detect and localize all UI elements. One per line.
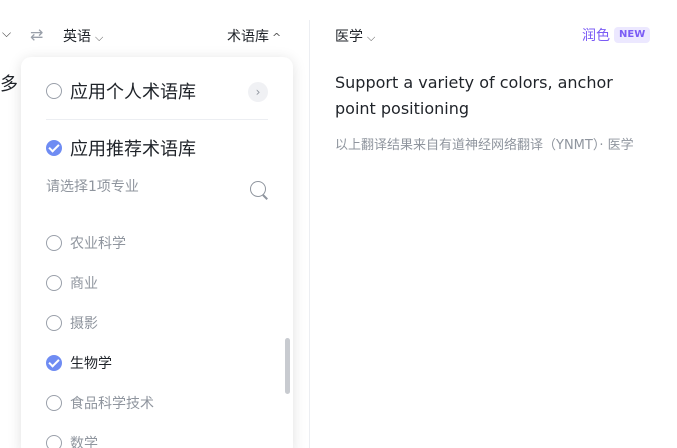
chevron-right-icon[interactable]: › <box>248 82 268 102</box>
list-item-label: 摄影 <box>70 316 98 332</box>
domain-label: 医学 <box>335 29 363 45</box>
radio-icon[interactable] <box>46 235 62 251</box>
list-item[interactable]: 农业科学 <box>46 233 126 253</box>
swap-icon[interactable]: ⇄ <box>30 25 43 44</box>
polish-button[interactable]: 润色 <box>582 25 610 45</box>
radio-icon[interactable] <box>46 435 62 448</box>
chevron-down-icon: ⌵ <box>367 31 376 44</box>
chevron-up-icon: ^ <box>272 31 282 44</box>
recommended-term-library-option[interactable]: 应用推荐术语库 <box>46 136 196 160</box>
list-item-label: 农业科学 <box>70 236 126 252</box>
term-library-label: 术语库 <box>227 29 269 45</box>
term-library-toggle[interactable]: 术语库 ^ <box>227 26 281 46</box>
domain-select[interactable]: 医学 ⌵ <box>335 26 375 46</box>
source-text-fragment: 多 <box>0 74 18 95</box>
term-library-dropdown: 应用个人术语库 › 应用推荐术语库 农业科学 商业 摄影 生物学 食品科学技术 <box>21 57 293 448</box>
translation-source-note: 以上翻译结果来自有道神经网络翻译（YNMT）· 医学 <box>335 138 634 153</box>
personal-term-library-label: 应用个人术语库 <box>70 82 196 103</box>
scrollbar[interactable] <box>285 338 290 394</box>
radio-icon[interactable] <box>46 83 62 99</box>
list-item[interactable]: 食品科学技术 <box>46 393 154 413</box>
source-language-select[interactable]: 英语 ⌵ <box>63 26 103 46</box>
source-language-label: 英语 <box>63 29 91 45</box>
divider <box>46 119 268 120</box>
panel-divider <box>309 20 310 448</box>
check-icon[interactable] <box>46 140 62 156</box>
list-item[interactable]: 商业 <box>46 273 98 293</box>
personal-term-library-option[interactable]: 应用个人术语库 <box>46 79 196 103</box>
domain-search-input[interactable] <box>46 179 246 195</box>
chevron-down-icon: ⌵ <box>95 31 104 44</box>
list-item-label: 商业 <box>70 276 98 292</box>
new-badge: NEW <box>614 27 651 43</box>
list-item-label: 食品科学技术 <box>70 396 154 412</box>
check-icon[interactable] <box>46 355 62 371</box>
list-item-label: 数学 <box>70 436 98 448</box>
domain-list: 农业科学 商业 摄影 生物学 食品科学技术 数学 <box>21 205 293 448</box>
translation-result: Support a variety of colors, anchor poin… <box>335 73 613 118</box>
recommended-term-library-label: 应用推荐术语库 <box>70 139 196 160</box>
chevron-down-icon[interactable]: ⌵ <box>2 26 11 41</box>
list-item-label: 生物学 <box>70 356 112 372</box>
search-icon[interactable] <box>250 181 266 197</box>
radio-icon[interactable] <box>46 275 62 291</box>
radio-icon[interactable] <box>46 395 62 411</box>
radio-icon[interactable] <box>46 315 62 331</box>
list-item[interactable]: 数学 <box>46 433 98 448</box>
list-item[interactable]: 生物学 <box>46 353 112 373</box>
list-item[interactable]: 摄影 <box>46 313 98 333</box>
